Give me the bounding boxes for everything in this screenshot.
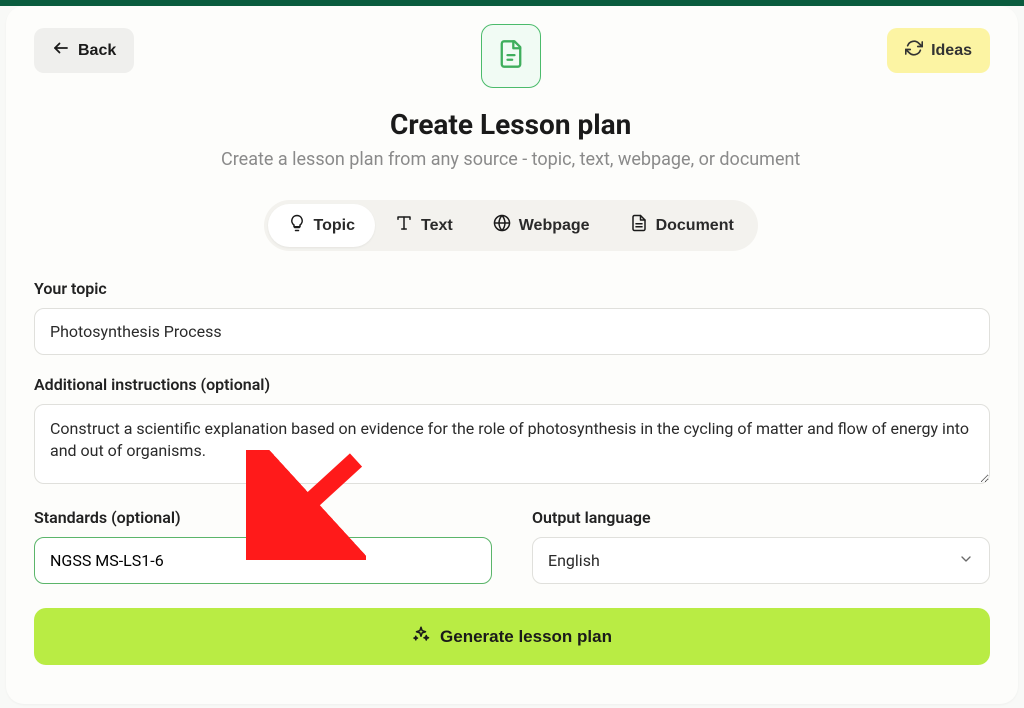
back-label: Back: [78, 42, 116, 60]
file-icon: [630, 214, 648, 237]
ideas-button[interactable]: Ideas: [887, 28, 990, 73]
text-icon: [395, 214, 413, 237]
instructions-section: Additional instructions (optional): [34, 375, 990, 488]
generate-button[interactable]: Generate lesson plan: [34, 608, 990, 665]
standards-label: Standards (optional): [34, 508, 492, 527]
tab-text[interactable]: Text: [375, 204, 473, 247]
lightbulb-icon: [288, 214, 306, 237]
tab-topic-label: Topic: [314, 217, 355, 235]
standards-section: Standards (optional): [34, 508, 492, 584]
standards-input[interactable]: [34, 537, 492, 584]
ideas-label: Ideas: [931, 42, 972, 60]
tab-text-label: Text: [421, 217, 453, 235]
tab-document[interactable]: Document: [610, 204, 754, 247]
center-header: Create Lesson plan Create a lesson plan …: [221, 24, 800, 279]
document-icon: [497, 39, 525, 73]
tab-topic[interactable]: Topic: [268, 204, 375, 247]
source-tabs: Topic Text Webpage: [264, 200, 758, 251]
language-select[interactable]: [532, 537, 990, 584]
page-subtitle: Create a lesson plan from any source - t…: [221, 149, 800, 170]
topic-section: Your topic: [34, 279, 990, 355]
back-button[interactable]: Back: [34, 28, 134, 73]
generate-label: Generate lesson plan: [440, 627, 612, 647]
topic-input[interactable]: [34, 308, 990, 355]
standards-language-row: Standards (optional) Output language: [34, 508, 990, 584]
globe-icon: [493, 214, 511, 237]
instructions-input[interactable]: [34, 404, 990, 484]
language-label: Output language: [532, 508, 990, 527]
lesson-plan-icon-box: [481, 24, 541, 88]
tab-document-label: Document: [656, 217, 734, 235]
arrow-left-icon: [52, 39, 70, 62]
instructions-label: Additional instructions (optional): [34, 375, 990, 394]
tab-webpage[interactable]: Webpage: [473, 204, 610, 247]
topic-label: Your topic: [34, 279, 990, 298]
sparkles-icon: [412, 625, 430, 648]
refresh-icon: [905, 39, 923, 62]
page-title: Create Lesson plan: [390, 108, 631, 141]
tab-webpage-label: Webpage: [519, 217, 590, 235]
language-section: Output language: [532, 508, 990, 584]
main-card: Back Create Lesson plan Create a lesson …: [6, 6, 1018, 704]
header-row: Back Create Lesson plan Create a lesson …: [34, 28, 990, 279]
tabs-container: Topic Text Webpage: [264, 200, 758, 251]
